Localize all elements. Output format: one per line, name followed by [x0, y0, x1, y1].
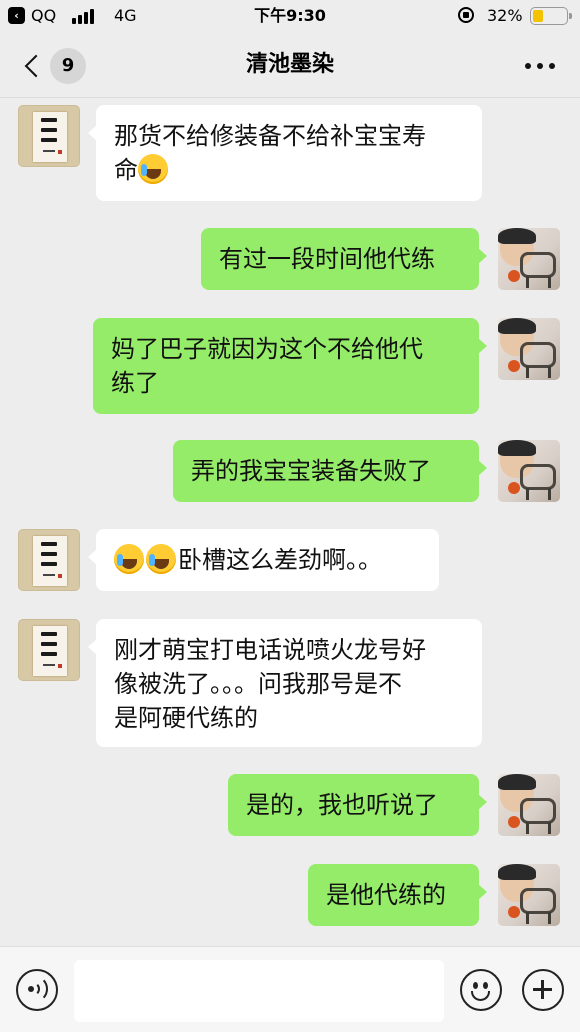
message-bubble-sent[interactable]: 有过一段时间他代练: [201, 228, 487, 290]
message-bubble-received[interactable]: 卧槽这么差劲啊。。: [88, 529, 439, 591]
message-bubble-sent[interactable]: 是他代练的: [308, 864, 487, 926]
voice-icon[interactable]: [16, 969, 58, 1011]
message-text: 刚才萌宝打电话说喷火龙号好: [114, 636, 426, 664]
laugh-cry-emoji-icon: [146, 544, 176, 574]
battery-icon: [530, 7, 572, 25]
message-bubble-received[interactable]: 刚才萌宝打电话说喷火龙号好 像被洗了。。。问我那号是不 是阿硬代练的: [88, 619, 482, 747]
message-bubble-received[interactable]: 那货不给修装备不给补宝宝寿 命: [88, 105, 482, 201]
message-text: 妈了巴子就因为这个不给他代: [111, 335, 423, 363]
message-text: 命: [114, 153, 464, 187]
message-text: 那货不给修装备不给补宝宝寿: [114, 122, 426, 150]
emoji-icon[interactable]: [460, 969, 502, 1011]
message-text: 练了: [111, 369, 159, 397]
message-text: 是他代练的: [326, 881, 446, 909]
contact-avatar[interactable]: [18, 619, 80, 681]
battery-percent: 32%: [487, 6, 523, 25]
status-bar: ‹ QQ 4G 下午9:30 32%: [0, 0, 580, 32]
message-text: 弄的我宝宝装备失败了: [191, 457, 431, 485]
my-avatar[interactable]: [498, 864, 560, 926]
input-bar: [0, 946, 580, 1032]
laugh-cry-emoji-icon: [114, 544, 144, 574]
nav-bar: 9 清池墨染: [0, 32, 580, 98]
my-avatar[interactable]: [498, 440, 560, 502]
more-options-button[interactable]: [522, 56, 558, 76]
message-text: 是阿硬代练的: [114, 704, 258, 732]
message-text: 卧槽这么差劲啊。。: [114, 543, 421, 577]
message-bubble-sent[interactable]: 是的，我也听说了: [228, 774, 487, 836]
contact-avatar[interactable]: [18, 105, 80, 167]
chat-title: 清池墨染: [245, 52, 334, 77]
message-text: 像被洗了。。。问我那号是不: [114, 670, 402, 698]
message-bubble-sent[interactable]: 妈了巴子就因为这个不给他代 练了: [93, 318, 487, 414]
laugh-cry-emoji-icon: [138, 154, 168, 184]
message-bubble-sent[interactable]: 弄的我宝宝装备失败了: [173, 440, 487, 502]
my-avatar[interactable]: [498, 228, 560, 290]
my-avatar[interactable]: [498, 774, 560, 836]
contact-avatar[interactable]: [18, 529, 80, 591]
plus-icon[interactable]: [522, 969, 564, 1011]
message-list[interactable]: 那货不给修装备不给补宝宝寿 命 有过一段时间他代练 妈了巴子就因为这个不给他代 …: [0, 99, 580, 945]
battery-fill: [533, 10, 544, 22]
orientation-lock-icon: [458, 7, 474, 23]
message-text: 是的，我也听说了: [246, 791, 438, 819]
my-avatar[interactable]: [498, 318, 560, 380]
message-input[interactable]: [74, 960, 444, 1022]
message-text: 有过一段时间他代练: [219, 245, 435, 273]
